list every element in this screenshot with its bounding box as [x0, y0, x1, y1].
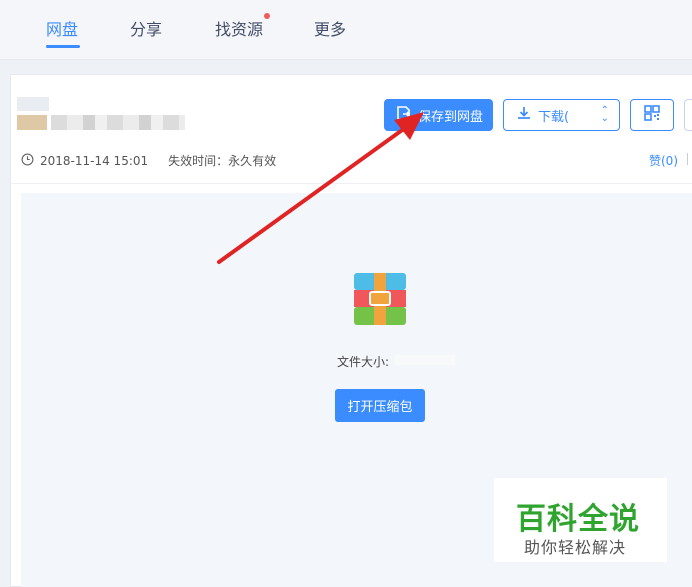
qrcode-icon [643, 104, 661, 126]
share-expiry: 失效时间：永久有效 [168, 154, 277, 168]
tab-find-resources[interactable]: 找资源 [215, 16, 263, 40]
divider [687, 153, 688, 165]
download-button-label: 下载( [538, 109, 570, 125]
archive-icon [354, 273, 406, 329]
watermark-logo: 百科全说 助你轻松解决 [494, 478, 667, 562]
divider [11, 183, 692, 184]
tab-netdisk[interactable]: 网盘 [46, 16, 78, 40]
qrcode-button[interactable] [630, 99, 674, 131]
tab-more[interactable]: 更多 [314, 16, 346, 40]
file-size-label: 文件大小: [337, 355, 390, 369]
watermark-title: 百科全说 [516, 502, 640, 537]
file-title-blurred [17, 97, 185, 133]
save-icon [396, 105, 412, 125]
tab-share[interactable]: 分享 [130, 16, 162, 40]
open-archive-button[interactable]: 打开压缩包 [335, 389, 425, 422]
save-to-netdisk-button[interactable]: 保存到网盘 [384, 99, 493, 131]
expand-arrows-icon: ⌃ ⌄ [600, 105, 609, 124]
watermark-subtitle: 助你轻松解决 [524, 538, 627, 557]
download-icon [516, 105, 532, 125]
share-created-time: 2018-11-14 15:01 [40, 153, 149, 168]
like-button[interactable]: 赞(0) [649, 152, 678, 169]
save-button-label: 保存到网盘 [418, 109, 484, 125]
share-meta: 2018-11-14 15:01 失效时间：永久有效 [21, 152, 276, 169]
download-button[interactable]: 下载( ⌃ ⌄ [503, 99, 620, 131]
notification-dot [264, 13, 270, 19]
file-size-blurred [395, 355, 455, 365]
clock-icon [21, 153, 34, 169]
active-tab-indicator [46, 45, 80, 48]
more-actions-button[interactable] [684, 99, 692, 131]
top-nav: 网盘 分享 找资源 更多 [0, 0, 692, 60]
